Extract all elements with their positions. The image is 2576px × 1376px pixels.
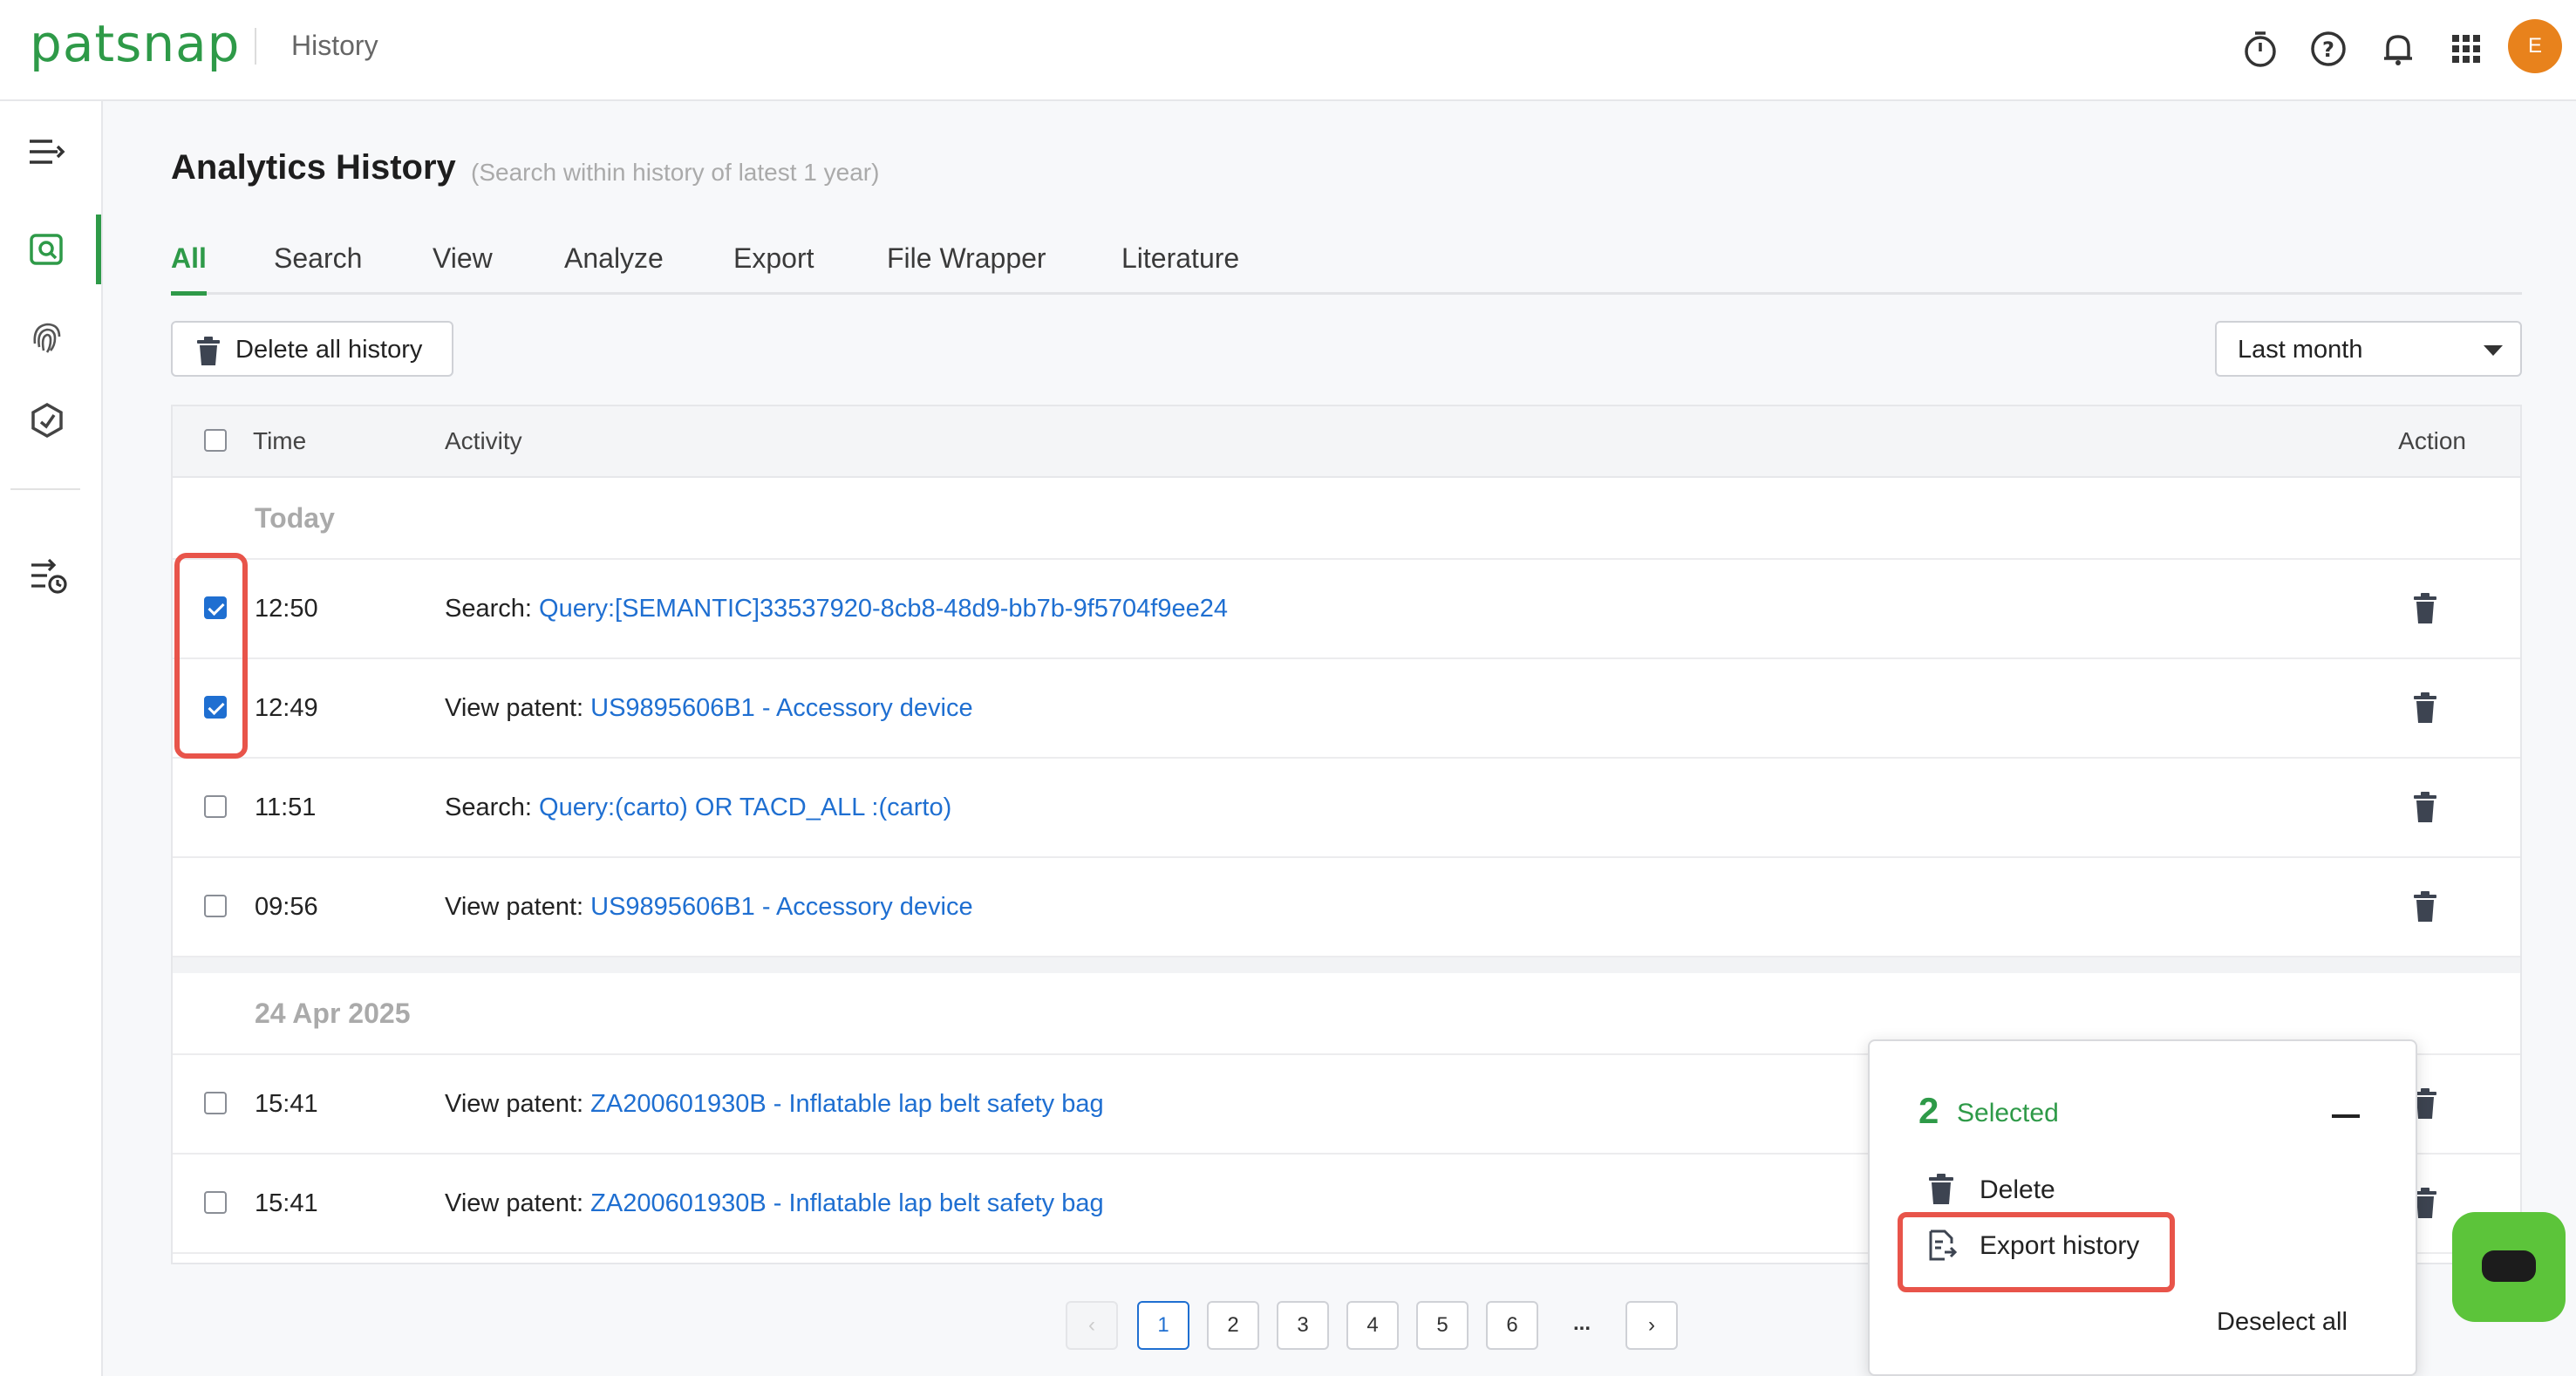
- history-tabs: All Search View Analyze Export File Wrap…: [171, 235, 2522, 295]
- delete-selected-label: Delete: [1980, 1175, 2055, 1205]
- activity-type: Search:: [445, 794, 532, 821]
- chat-widget-button[interactable]: [2452, 1212, 2566, 1322]
- row-activity: View patent: ZA200601930B - Inflatable l…: [445, 1189, 1104, 1218]
- row-activity: View patent: US9895606B1 - Accessory dev…: [445, 694, 973, 723]
- group-separator: [173, 957, 2520, 973]
- row-activity: View patent: US9895606B1 - Accessory dev…: [445, 893, 973, 922]
- prev-page-button[interactable]: ‹: [1066, 1301, 1118, 1350]
- page-2-button[interactable]: 2: [1207, 1301, 1259, 1350]
- row-time: 15:41: [255, 1090, 318, 1119]
- time-range-select[interactable]: Last month: [2215, 321, 2522, 377]
- table-row: 11:51 Search: Query:(carto) OR TACD_ALL …: [173, 759, 2520, 858]
- delete-all-history-button[interactable]: Delete all history: [171, 321, 453, 377]
- trash-icon[interactable]: [2412, 692, 2438, 724]
- help-icon[interactable]: ?: [2306, 26, 2351, 72]
- activity-type: View patent:: [445, 694, 583, 722]
- trash-icon: [1927, 1174, 1955, 1205]
- next-page-button[interactable]: ›: [1625, 1301, 1678, 1350]
- activity-type: View patent:: [445, 1189, 583, 1217]
- row-checkbox[interactable]: [204, 795, 227, 818]
- row-time: 12:49: [255, 694, 318, 723]
- trash-icon[interactable]: [2412, 792, 2438, 823]
- page-5-button[interactable]: 5: [1416, 1301, 1469, 1350]
- tab-literature[interactable]: Literature: [1121, 242, 1239, 275]
- tab-export[interactable]: Export: [733, 242, 814, 275]
- header-time: Time: [253, 427, 306, 455]
- svg-text:?: ?: [2322, 37, 2334, 62]
- timer-icon[interactable]: [2238, 26, 2283, 72]
- activity-link[interactable]: US9895606B1 - Accessory device: [590, 893, 972, 921]
- time-range-value: Last month: [2238, 336, 2362, 364]
- page-4-button[interactable]: 4: [1346, 1301, 1399, 1350]
- hexagon-icon[interactable]: [0, 384, 101, 453]
- sidebar-separator: [10, 488, 80, 490]
- select-all-checkbox[interactable]: [204, 429, 227, 452]
- apps-grid-icon[interactable]: [2443, 26, 2489, 72]
- caret-down-icon: [2484, 345, 2503, 356]
- page-title: Analytics History: [171, 148, 456, 187]
- delete-all-history-label: Delete all history: [235, 336, 422, 364]
- menu-collapse-icon[interactable]: [0, 117, 101, 187]
- selected-count: 2: [1918, 1090, 1939, 1132]
- header-action: Action: [2398, 427, 2466, 455]
- tab-view[interactable]: View: [433, 242, 493, 275]
- activity-link[interactable]: Query:[SEMANTIC]33537920-8cb8-48d9-bb7b-…: [539, 595, 1228, 623]
- tab-all[interactable]: All: [171, 242, 207, 275]
- activity-type: Search:: [445, 595, 532, 623]
- row-time: 09:56: [255, 893, 318, 922]
- page-1-button[interactable]: 1: [1137, 1301, 1189, 1350]
- table-header: Time Activity Action: [173, 406, 2520, 478]
- row-activity: View patent: ZA200601930B - Inflatable l…: [445, 1090, 1104, 1119]
- activity-type: View patent:: [445, 1090, 583, 1118]
- header-divider: [255, 28, 256, 65]
- row-time: 15:41: [255, 1189, 318, 1218]
- trash-icon: [195, 337, 221, 366]
- table-row: 12:49 View patent: US9895606B1 - Accesso…: [173, 659, 2520, 759]
- row-activity: Search: Query:[SEMANTIC]33537920-8cb8-48…: [445, 595, 1228, 623]
- row-checkbox[interactable]: [204, 1191, 227, 1214]
- activity-link[interactable]: ZA200601930B - Inflatable lap belt safet…: [590, 1189, 1103, 1217]
- group-header-today: Today: [173, 478, 2520, 560]
- activity-link[interactable]: US9895606B1 - Accessory device: [590, 694, 972, 722]
- fingerprint-icon[interactable]: [0, 300, 101, 370]
- search-history-icon[interactable]: [0, 215, 101, 284]
- header-activity: Activity: [445, 427, 522, 455]
- group-date: 24 Apr 2025: [255, 998, 410, 1030]
- table-row: 12:50 Search: Query:[SEMANTIC]33537920-8…: [173, 560, 2520, 659]
- tab-analyze[interactable]: Analyze: [564, 242, 664, 275]
- patsnap-logo[interactable]: patsnap: [30, 14, 240, 73]
- left-sidebar: [0, 101, 103, 1376]
- collapse-panel-button[interactable]: [2332, 1114, 2360, 1118]
- highlight-selected-checkboxes: [174, 553, 248, 759]
- avatar[interactable]: E: [2508, 19, 2562, 73]
- page-3-button[interactable]: 3: [1277, 1301, 1329, 1350]
- activity-type: View patent:: [445, 893, 583, 921]
- deselect-all-button[interactable]: Deselect all: [2217, 1308, 2348, 1337]
- bell-icon[interactable]: [2375, 26, 2421, 72]
- row-checkbox[interactable]: [204, 895, 227, 917]
- activity-link[interactable]: ZA200601930B - Inflatable lap belt safet…: [590, 1090, 1103, 1118]
- header-title: History: [291, 30, 378, 62]
- selection-panel: 2 Selected Delete Export history Deselec…: [1868, 1039, 2417, 1376]
- top-header: patsnap History ? E: [0, 0, 2576, 101]
- row-activity: Search: Query:(carto) OR TACD_ALL :(cart…: [445, 794, 951, 822]
- row-time: 11:51: [255, 794, 316, 822]
- table-row: 09:56 View patent: US9895606B1 - Accesso…: [173, 858, 2520, 957]
- export-history-icon[interactable]: [0, 541, 101, 610]
- trash-icon[interactable]: [2412, 593, 2438, 624]
- selected-label: Selected: [1957, 1099, 2059, 1128]
- page-ellipsis[interactable]: ...: [1556, 1301, 1608, 1350]
- page-6-button[interactable]: 6: [1486, 1301, 1538, 1350]
- trash-icon[interactable]: [2412, 891, 2438, 923]
- tab-file-wrapper[interactable]: File Wrapper: [887, 242, 1046, 275]
- highlight-export-history: [1898, 1212, 2175, 1292]
- row-checkbox[interactable]: [204, 1092, 227, 1114]
- group-date: Today: [255, 502, 335, 535]
- row-time: 12:50: [255, 595, 318, 623]
- page-subtitle: (Search within history of latest 1 year): [471, 159, 879, 187]
- tab-search[interactable]: Search: [274, 242, 362, 275]
- activity-link[interactable]: Query:(carto) OR TACD_ALL :(carto): [539, 794, 951, 821]
